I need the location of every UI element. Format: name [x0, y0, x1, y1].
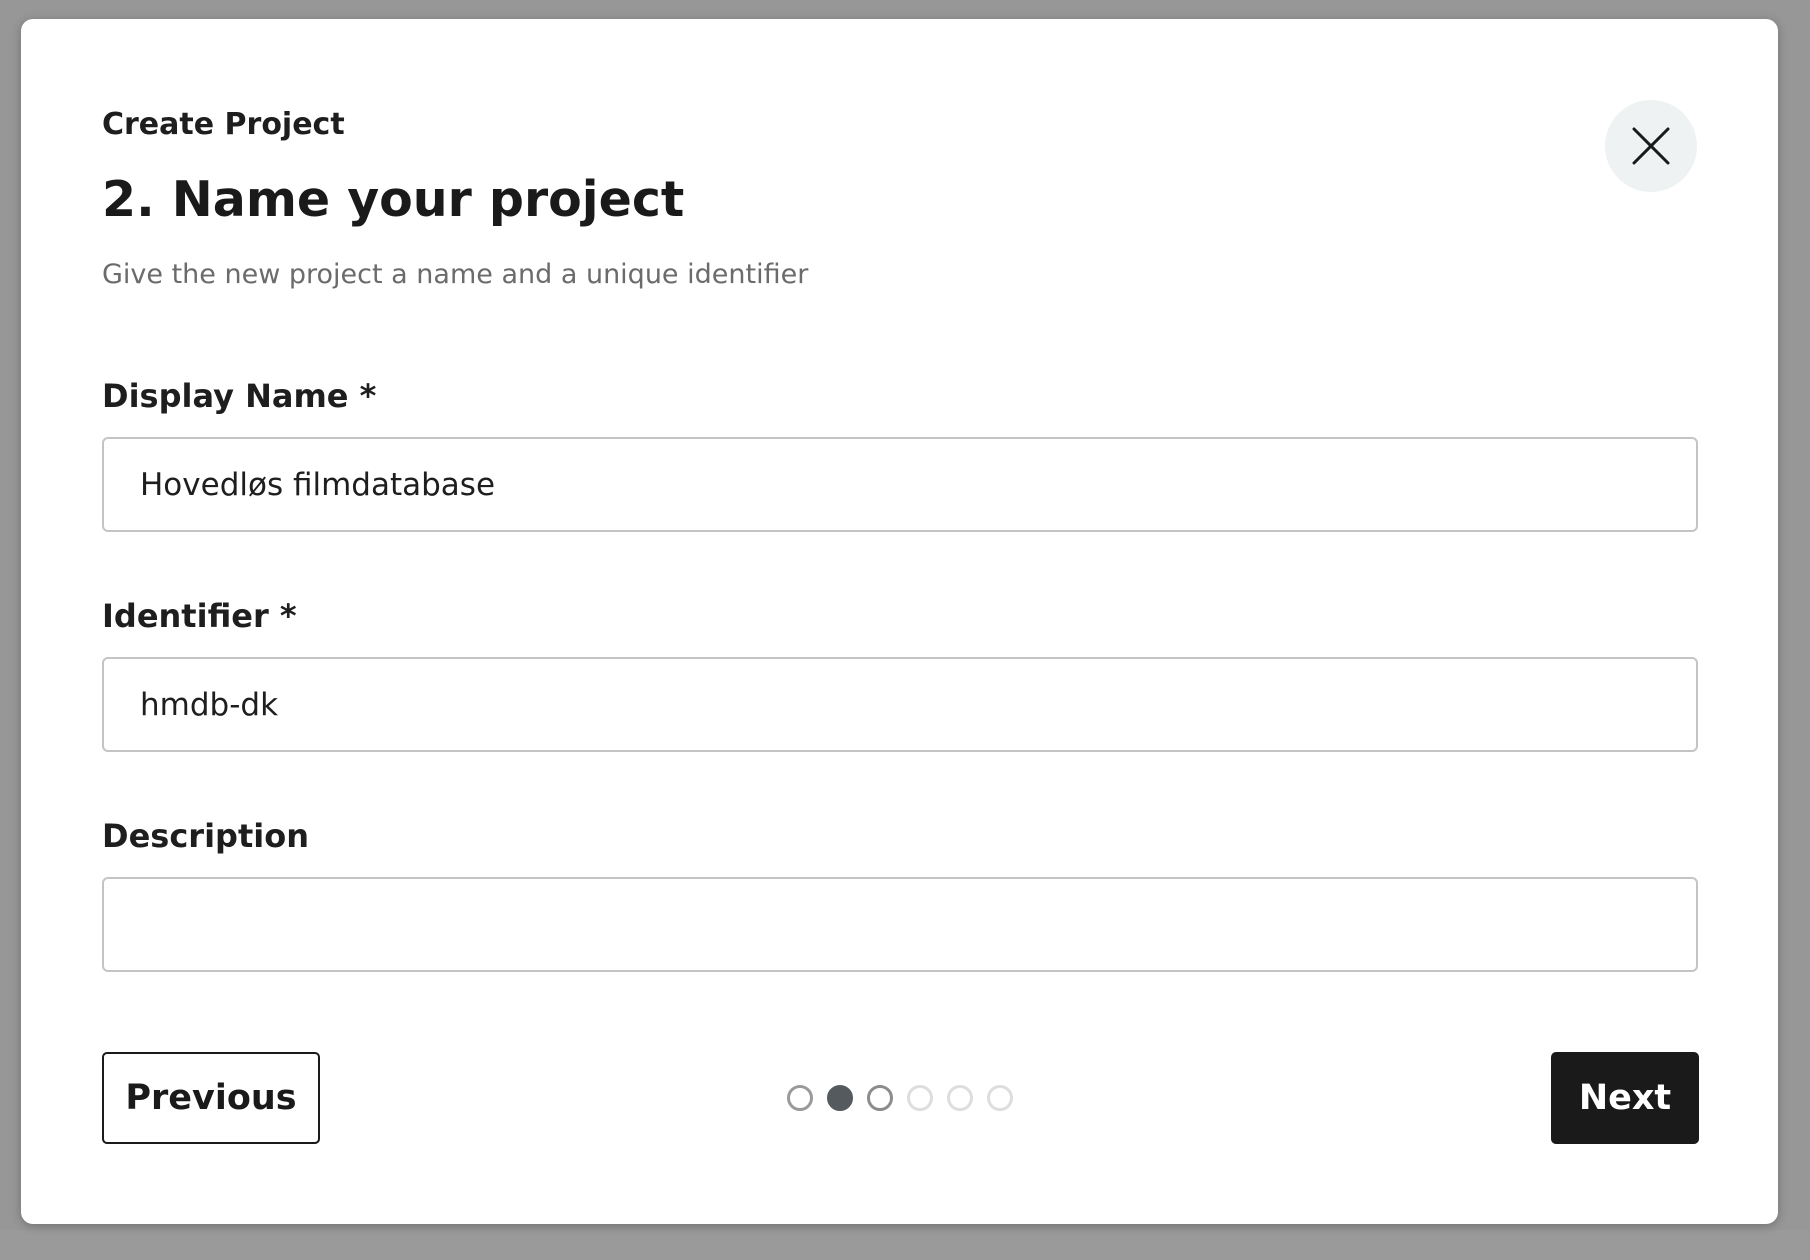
step-dot-2 — [827, 1085, 853, 1111]
step-dot-5 — [947, 1085, 973, 1111]
identifier-input[interactable] — [102, 657, 1698, 752]
close-button[interactable] — [1605, 100, 1697, 192]
description-input[interactable] — [102, 877, 1698, 972]
backdrop — [0, 1230, 1810, 1260]
display-name-label: Display Name * — [102, 377, 377, 415]
page-title: 2. Name your project — [102, 171, 685, 228]
create-project-dialog: Create Project 2. Name your project Give… — [21, 19, 1778, 1224]
step-dot-1 — [787, 1085, 813, 1111]
step-dot-4 — [907, 1085, 933, 1111]
step-dot-3 — [867, 1085, 893, 1111]
identifier-label: Identifier * — [102, 597, 297, 635]
step-dot-6 — [987, 1085, 1013, 1111]
previous-button[interactable]: Previous — [102, 1052, 320, 1144]
next-button[interactable]: Next — [1551, 1052, 1699, 1144]
dialog-overline: Create Project — [102, 107, 345, 142]
description-label: Description — [102, 817, 309, 855]
dialog-subtitle: Give the new project a name and a unique… — [102, 259, 809, 290]
step-indicator — [787, 1085, 1013, 1111]
display-name-input[interactable] — [102, 437, 1698, 532]
close-icon — [1632, 127, 1670, 165]
